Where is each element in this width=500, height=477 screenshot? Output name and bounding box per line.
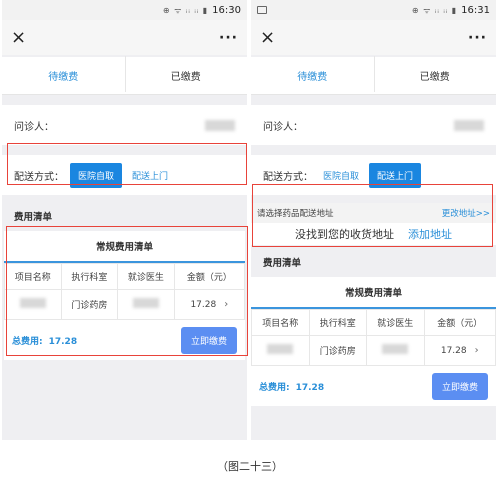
tab-unpaid[interactable]: 待缴费: [251, 68, 374, 83]
delivery-label: 配送方式：: [14, 171, 64, 183]
delivery-row: 配送方式： 医院自取 配送上门: [2, 155, 247, 195]
chevron-right-icon[interactable]: ›: [475, 345, 479, 356]
status-time: 16:31: [461, 4, 490, 16]
dept-cell: 门诊药房: [308, 335, 367, 366]
total-label: 总费用: 17.28: [259, 382, 325, 393]
close-icon[interactable]: ×: [11, 28, 26, 47]
item-name-cell: [251, 335, 310, 366]
col-amount: 金额（元）: [423, 309, 496, 336]
section-title: 费用清单: [14, 212, 53, 223]
add-address-link[interactable]: 添加地址: [408, 226, 452, 242]
table-header-row: 项目名称 执行科室 就诊医生 金额（元）: [4, 263, 246, 290]
image-icon: [257, 6, 267, 14]
amount-value: 17.28: [190, 299, 217, 310]
doctor-cell: [117, 289, 175, 320]
col-doctor: 就诊医生: [117, 263, 175, 290]
amount-cell: 17.28 ›: [423, 335, 496, 366]
delivery-row: 配送方式： 医院自取 配送上门: [251, 155, 496, 195]
total-row: 总费用: 17.28 立即缴费: [4, 320, 245, 360]
doctor-name-redacted: [382, 344, 409, 354]
pay-now-button[interactable]: 立即缴费: [180, 326, 237, 354]
patient-name-redacted: [205, 119, 235, 131]
tab-bar: 待缴费 已缴费: [2, 56, 248, 95]
col-item: 项目名称: [251, 309, 310, 336]
col-amount: 金额（元）: [173, 263, 246, 290]
home-delivery-option-button[interactable]: 配送上门: [369, 162, 422, 188]
more-icon[interactable]: ···: [219, 30, 238, 46]
fee-card: 常规费用清单 项目名称 执行科室 就诊医生 金额（元） 门诊药房 17.28 › …: [4, 231, 246, 360]
status-bar: ⊕ ᯤ ᵢᵢ ᵢᵢ ▮ 16:31: [251, 0, 496, 20]
patient-label: 问诊人：: [263, 121, 303, 133]
total-value: 17.28: [295, 382, 325, 393]
no-address-row: 没找到您的收货地址 添加地址: [251, 223, 496, 245]
tab-bar: 待缴费 已缴费: [251, 56, 497, 95]
item-name-cell: [4, 289, 62, 320]
chevron-right-icon[interactable]: ›: [224, 299, 228, 310]
no-address-text: 没找到您的收货地址: [295, 228, 394, 241]
table-row[interactable]: 门诊药房 17.28 ›: [251, 335, 496, 366]
fee-table: 项目名称 执行科室 就诊医生 金额（元） 门诊药房 17.28 ›: [251, 309, 496, 366]
nav-bar: × ···: [2, 20, 247, 55]
address-section: 请选择药品配送地址 更改地址>> 没找到您的收货地址 添加地址: [251, 203, 496, 245]
col-dept: 执行科室: [60, 263, 119, 290]
figure-caption: （图二十三）: [217, 460, 283, 473]
status-time: 16:30: [212, 4, 241, 16]
signal-icons: ⊕ ᯤ ᵢᵢ ᵢᵢ ▮: [411, 5, 458, 15]
item-name-redacted: [267, 344, 294, 354]
table-header-row: 项目名称 执行科室 就诊医生 金额（元）: [251, 309, 496, 336]
col-item: 项目名称: [4, 263, 62, 290]
fee-table: 项目名称 执行科室 就诊医生 金额（元） 门诊药房 17.28 ›: [4, 263, 246, 320]
patient-row: 问诊人：: [251, 105, 496, 145]
fee-card: 常规费用清单 项目名称 执行科室 就诊医生 金额（元） 门诊药房 17.28 › …: [251, 277, 496, 406]
dept-cell: 门诊药房: [60, 289, 119, 320]
pay-now-button[interactable]: 立即缴费: [431, 372, 488, 400]
patient-name-redacted: [454, 119, 484, 131]
doctor-cell: [366, 335, 425, 366]
amount-value: 17.28: [440, 345, 467, 356]
tab-unpaid[interactable]: 待缴费: [2, 68, 125, 83]
total-row: 总费用: 17.28 立即缴费: [251, 366, 496, 406]
tab-paid[interactable]: 已缴费: [373, 56, 497, 92]
tab-paid[interactable]: 已缴费: [124, 56, 248, 92]
pickup-option-button[interactable]: 医院自取: [70, 162, 123, 188]
signal-icons: ⊕ ᯤ ᵢᵢ ᵢᵢ ▮: [162, 5, 209, 15]
total-value: 17.28: [48, 336, 78, 347]
section-title: 费用清单: [263, 258, 302, 269]
patient-label: 问诊人：: [14, 121, 54, 133]
address-bar: 请选择药品配送地址 更改地址>>: [251, 203, 496, 223]
left-screenshot: ⊕ ᯤ ᵢᵢ ᵢᵢ ▮ 16:30 × ··· 待缴费 已缴费 问诊人： 配送方…: [2, 0, 247, 440]
doctor-name-redacted: [132, 298, 159, 308]
table-row[interactable]: 门诊药房 17.28 ›: [4, 289, 246, 320]
col-dept: 执行科室: [308, 309, 367, 336]
delivery-label: 配送方式：: [263, 171, 313, 183]
close-icon[interactable]: ×: [260, 28, 275, 47]
change-address-link[interactable]: 更改地址>>: [442, 207, 490, 219]
card-title: 常规费用清单: [4, 231, 245, 263]
address-prompt: 请选择药品配送地址: [257, 209, 334, 219]
col-doctor: 就诊医生: [366, 309, 425, 336]
total-label: 总费用: 17.28: [12, 336, 78, 347]
patient-row: 问诊人：: [2, 105, 247, 145]
nav-bar: × ···: [251, 20, 496, 55]
right-screenshot: ⊕ ᯤ ᵢᵢ ᵢᵢ ▮ 16:31 × ··· 待缴费 已缴费 问诊人： 配送方…: [251, 0, 496, 440]
home-delivery-option-button[interactable]: 配送上门: [128, 163, 172, 188]
card-title: 常规费用清单: [251, 277, 496, 309]
pickup-option-button[interactable]: 医院自取: [319, 163, 363, 188]
status-bar: ⊕ ᯤ ᵢᵢ ᵢᵢ ▮ 16:30: [2, 0, 247, 20]
item-name-redacted: [19, 298, 46, 308]
amount-cell: 17.28 ›: [173, 289, 246, 320]
more-icon[interactable]: ···: [468, 30, 487, 46]
